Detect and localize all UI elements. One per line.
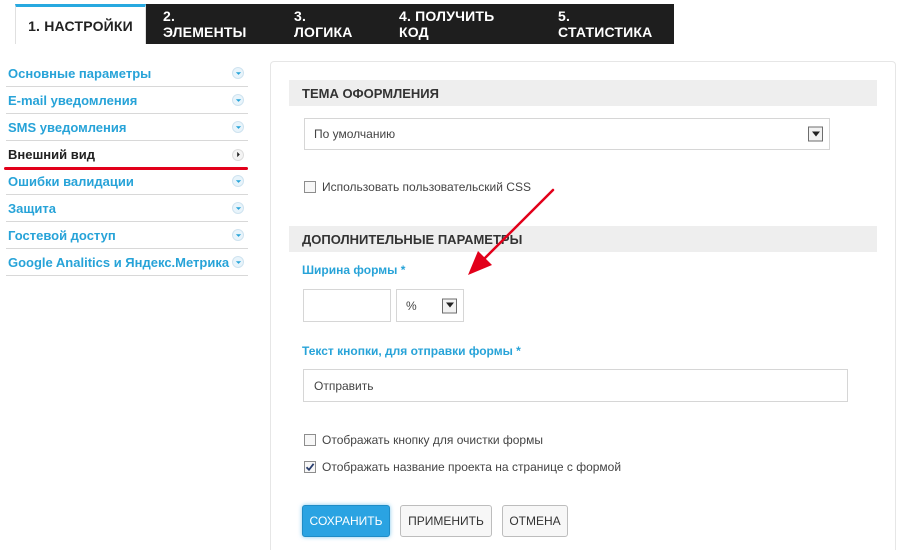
button-text-label: Текст кнопки, для отправки формы * bbox=[302, 344, 521, 358]
form-width-input[interactable] bbox=[303, 289, 391, 322]
menu-item-label: Google Analitics и Яндекс.Метрика bbox=[8, 254, 230, 270]
theme-select-value: По умолчанию bbox=[314, 127, 396, 141]
custom-css-checkbox[interactable]: Использовать пользовательский CSS bbox=[304, 180, 531, 194]
checkmark-icon bbox=[305, 463, 315, 472]
menu-item-basic[interactable]: Основные параметры bbox=[6, 60, 248, 87]
menu-item-label: Защита bbox=[8, 200, 56, 216]
chevron-down-icon bbox=[232, 94, 244, 106]
menu-item-analytics[interactable]: Google Analitics и Яндекс.Метрика bbox=[6, 249, 248, 276]
menu-item-appearance[interactable]: Внешний вид bbox=[4, 141, 248, 170]
menu-item-label: Основные параметры bbox=[8, 65, 152, 81]
form-width-label: Ширина формы * bbox=[302, 263, 406, 277]
tab-get-code-label: 4. ПОЛУЧИТЬ КОД bbox=[399, 8, 495, 40]
theme-select[interactable]: По умолчанию bbox=[304, 118, 830, 150]
checkbox-box[interactable] bbox=[304, 434, 316, 446]
tab-get-code[interactable]: 4. ПОЛУЧИТЬ КОД bbox=[382, 4, 541, 44]
tab-settings[interactable]: 1. НАСТРОЙКИ bbox=[15, 4, 146, 44]
custom-css-label: Использовать пользовательский CSS bbox=[322, 180, 531, 194]
menu-item-label: E-mail уведомления bbox=[8, 92, 138, 108]
tab-statistics[interactable]: 5. СТАТИСТИКА bbox=[541, 4, 674, 44]
show-project-name-checkbox[interactable]: Отображать название проекта на странице … bbox=[304, 460, 621, 474]
menu-item-label: Ошибки валидации bbox=[8, 173, 134, 189]
menu-item-email[interactable]: E-mail уведомления bbox=[6, 87, 248, 114]
tab-logic[interactable]: 3. ЛОГИКА bbox=[277, 4, 382, 44]
button-text-value: Отправить bbox=[314, 378, 374, 393]
settings-panel: ТЕМА ОФОРМЛЕНИЯ По умолчанию Использоват… bbox=[270, 61, 896, 550]
tab-elements-label: 2. ЭЛЕМЕНТЫ bbox=[163, 8, 247, 40]
form-width-unit-value: % bbox=[406, 298, 417, 313]
menu-item-guest-access[interactable]: Гостевой доступ bbox=[6, 222, 248, 249]
menu-item-protection[interactable]: Защита bbox=[6, 195, 248, 222]
extra-section-header: ДОПОЛНИТЕЛЬНЫЕ ПАРАМЕТРЫ bbox=[289, 226, 877, 252]
tab-settings-label: 1. НАСТРОЙКИ bbox=[28, 17, 133, 34]
chevron-down-icon bbox=[232, 175, 244, 187]
cancel-button[interactable]: ОТМЕНА bbox=[502, 505, 568, 537]
chevron-down-icon bbox=[232, 256, 244, 268]
checkbox-box[interactable] bbox=[304, 461, 316, 473]
show-project-name-label: Отображать название проекта на странице … bbox=[322, 460, 622, 474]
menu-item-validation-errors[interactable]: Ошибки валидации bbox=[6, 168, 248, 195]
chevron-down-icon bbox=[232, 121, 244, 133]
chevron-down-icon bbox=[232, 202, 244, 214]
tab-elements[interactable]: 2. ЭЛЕМЕНТЫ bbox=[146, 4, 277, 44]
show-clear-button-label: Отображать кнопку для очистки формы bbox=[322, 433, 543, 447]
menu-item-label: SMS уведомления bbox=[8, 119, 127, 135]
theme-section-header: ТЕМА ОФОРМЛЕНИЯ bbox=[289, 80, 877, 106]
top-tabs: 1. НАСТРОЙКИ 2. ЭЛЕМЕНТЫ 3. ЛОГИКА 4. ПО… bbox=[15, 4, 674, 44]
chevron-down-icon bbox=[232, 229, 244, 241]
dropdown-arrow-icon bbox=[442, 298, 457, 313]
chevron-down-icon bbox=[232, 67, 244, 79]
checkbox-box[interactable] bbox=[304, 181, 316, 193]
button-text-input[interactable]: Отправить bbox=[303, 369, 848, 402]
tab-logic-label: 3. ЛОГИКА bbox=[294, 8, 353, 40]
menu-item-sms[interactable]: SMS уведомления bbox=[6, 114, 248, 141]
menu-item-label: Гостевой доступ bbox=[8, 227, 116, 243]
save-button[interactable]: СОХРАНИТЬ bbox=[302, 505, 390, 537]
menu-item-label: Внешний вид bbox=[8, 147, 95, 162]
dropdown-arrow-icon bbox=[808, 126, 823, 142]
tab-statistics-label: 5. СТАТИСТИКА bbox=[558, 8, 653, 40]
chevron-right-icon bbox=[232, 148, 244, 161]
show-clear-button-checkbox[interactable]: Отображать кнопку для очистки формы bbox=[304, 433, 543, 447]
settings-menu: Основные параметры E-mail уведомления SM… bbox=[4, 60, 248, 276]
form-width-unit-select[interactable]: % bbox=[396, 289, 464, 322]
apply-button[interactable]: ПРИМЕНИТЬ bbox=[400, 505, 492, 537]
